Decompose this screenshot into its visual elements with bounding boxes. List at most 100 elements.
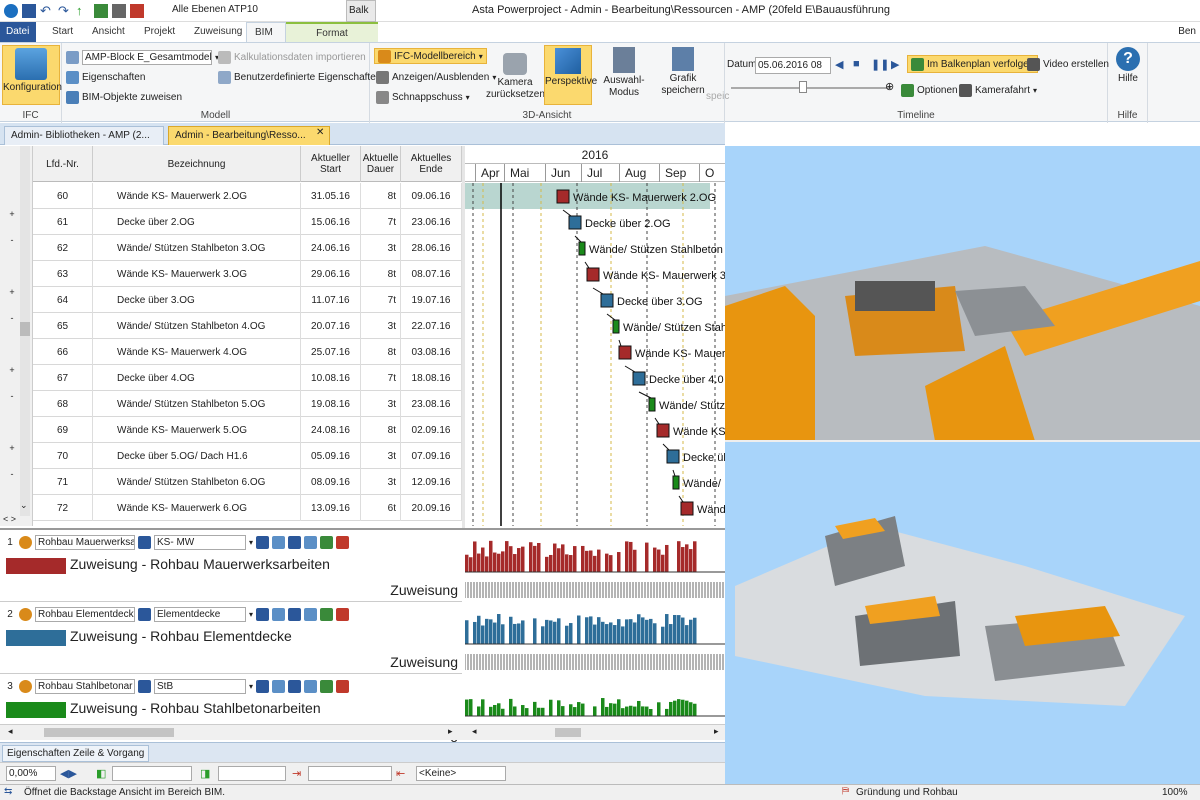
cell-bezeichnung[interactable]: Wände/ Stützen Stahlbeton 4.OG — [93, 313, 301, 339]
cell-bezeichnung[interactable]: Decke über 3.OG — [93, 287, 301, 313]
cell-start[interactable]: 11.07.16 — [301, 287, 361, 313]
table-row[interactable]: 72 Wände KS- Mauerwerk 6.OG 13.09.16 6t 20.0… — [33, 495, 462, 521]
print-icon[interactable] — [112, 4, 126, 18]
code-combo[interactable]: KS- MW — [154, 534, 246, 550]
prev-icon[interactable]: ◀ — [835, 58, 843, 71]
cell-dauer[interactable]: 7t — [361, 365, 401, 391]
schnappschuss-button[interactable]: Schnappschuss ▾ — [376, 89, 470, 105]
histogram-tool-icon[interactable] — [272, 607, 286, 621]
cell-dauer[interactable]: 7t — [361, 209, 401, 235]
chevron-down-icon[interactable]: ▾ — [249, 538, 253, 547]
cell-bezeichnung[interactable]: Wände KS- Mauerwerk 6.OG — [93, 495, 301, 521]
cell-start[interactable]: 10.08.16 — [301, 365, 361, 391]
histogram-tool-icon[interactable] — [272, 679, 286, 693]
status-zoom[interactable]: 100% — [1162, 787, 1188, 798]
scroll-thumb-gantt[interactable] — [555, 728, 581, 737]
cell-dauer[interactable]: 3t — [361, 469, 401, 495]
cell-dauer[interactable]: 7t — [361, 287, 401, 313]
histogram-tool-icon[interactable] — [288, 535, 302, 549]
cell-ende[interactable]: 07.09.16 — [401, 443, 462, 469]
redo-icon[interactable]: ↷ — [58, 4, 72, 18]
row-expand-toggle[interactable]: - — [7, 469, 17, 479]
tab-bim[interactable]: BIM — [246, 22, 286, 42]
cell-ende[interactable]: 23.08.16 — [401, 391, 462, 417]
histogram-tool-icon[interactable] — [304, 679, 318, 693]
3d-model-view[interactable] — [725, 146, 1200, 784]
cell-ende[interactable]: 09.06.16 — [401, 183, 462, 209]
histogram-tool-icon[interactable] — [256, 679, 270, 693]
header-lfd-nr[interactable]: Lfd.-Nr. — [33, 146, 93, 182]
cell-bezeichnung[interactable]: Wände KS- Mauerwerk 3.OG — [93, 261, 301, 287]
resource-combo[interactable]: Rohbau Stahlbetonar — [35, 678, 135, 694]
cell-start[interactable]: 05.09.16 — [301, 443, 361, 469]
cell-bezeichnung[interactable]: Wände/ Stützen Stahlbeton 5.OG — [93, 391, 301, 417]
unlink-icon[interactable]: ⇤ — [396, 767, 405, 780]
histogram-tool-icon[interactable] — [256, 607, 270, 621]
layer-selector[interactable]: Alle Ebenen ATP10 — [172, 4, 258, 15]
benutzer-eigenschaften-button[interactable]: Benutzerdefinierte Eigenschaften — [218, 69, 381, 85]
tab-start[interactable]: Start — [44, 22, 81, 42]
cell-bezeichnung[interactable]: Wände/ Stützen Stahlbeton 6.OG — [93, 469, 301, 495]
code-combo[interactable]: StB — [154, 678, 246, 694]
stop-icon[interactable]: ■ — [853, 58, 860, 70]
tab-projekt[interactable]: Projekt — [136, 22, 183, 42]
bim-objekte-zuweisen-button[interactable]: BIM-Objekte zuweisen — [66, 89, 182, 105]
status-filter[interactable]: Gründung und Rohbau — [856, 787, 958, 798]
kalkulation-import-button[interactable]: Kalkulationsdaten importieren — [218, 49, 366, 65]
table-row[interactable]: -68 Wände/ Stützen Stahlbeton 5.OG 19.08.1… — [11, 391, 462, 417]
indent-icon[interactable]: ◧ — [96, 767, 106, 780]
gantt-chart[interactable]: Wände KS- Mauerwerk 2.OG Decke über 2.OG W… — [465, 183, 725, 526]
doctab-bearbeitung[interactable]: Admin - Bearbeitung\Resso... — [168, 126, 330, 145]
link-icon[interactable]: ⇥ — [292, 767, 301, 780]
timeline-slider-thumb[interactable] — [799, 81, 807, 93]
scroll-right-icon[interactable]: ▸ — [714, 726, 719, 737]
format-combo-2[interactable] — [218, 766, 286, 781]
resource-combo[interactable]: Rohbau Elementdecke — [35, 606, 135, 622]
horizontal-scrollbar[interactable]: ◂ ▸ ◂ ▸ — [0, 724, 725, 740]
kamera-zuruecksetzen-button[interactable]: Kamera zurücksetzen — [486, 45, 545, 101]
user-name[interactable]: Ben — [1178, 26, 1196, 37]
hilfe-button[interactable]: ? Hilfe — [1112, 45, 1144, 85]
cell-bezeichnung[interactable]: Wände KS- Mauerwerk 2.OG — [93, 183, 301, 209]
resource-combo[interactable]: Rohbau Mauerwerksa — [35, 534, 135, 550]
table-row[interactable]: +67 Decke über 4.OG 10.08.16 7t 18.08.16 — [9, 365, 462, 391]
table-row[interactable]: 66 Wände KS- Mauerwerk 4.OG 25.07.16 8t 03.0… — [33, 339, 462, 365]
zoom-in-icon[interactable]: ⊕ — [885, 80, 894, 93]
table-row[interactable]: -62 Wände/ Stützen Stahlbeton 3.OG 24.06.1… — [11, 235, 462, 261]
cell-dauer[interactable]: 3t — [361, 235, 401, 261]
datum-input[interactable]: 05.06.2016 08 — [755, 57, 831, 74]
cell-ende[interactable]: 20.09.16 — [401, 495, 462, 521]
cell-start[interactable]: 25.07.16 — [301, 339, 361, 365]
cell-dauer[interactable]: 8t — [361, 183, 401, 209]
histogram-tool-icon[interactable] — [320, 607, 334, 621]
header-bezeichnung[interactable]: Bezeichnung — [93, 146, 301, 182]
scroll-left-right-icon[interactable]: < > — [3, 514, 16, 524]
video-erstellen-button[interactable]: Video erstellen — [1027, 56, 1109, 72]
tab-datei[interactable]: Datei — [0, 22, 36, 42]
grafik-speichern-button[interactable]: Grafik speichern — [658, 45, 708, 97]
cell-start[interactable]: 15.06.16 — [301, 209, 361, 235]
format-combo-1[interactable] — [112, 766, 192, 781]
table-row[interactable]: -65 Wände/ Stützen Stahlbeton 4.OG 20.07.1… — [11, 313, 462, 339]
cell-bezeichnung[interactable]: Decke über 4.OG — [93, 365, 301, 391]
histogram-tool-icon[interactable] — [256, 535, 270, 549]
scroll-thumb[interactable] — [20, 322, 30, 336]
table-row[interactable]: +64 Decke über 3.OG 11.07.16 7t 19.07.16 — [9, 287, 462, 313]
cell-bezeichnung[interactable]: Wände KS- Mauerwerk 4.OG — [93, 339, 301, 365]
eigenschaften-button[interactable]: Eigenschaften — [66, 69, 145, 85]
undo-icon[interactable]: ↶ — [40, 4, 54, 18]
histogram-tool-icon[interactable] — [288, 607, 302, 621]
row-expand-toggle[interactable]: + — [7, 209, 17, 219]
row-expand-toggle[interactable]: - — [7, 235, 17, 245]
table-row[interactable]: 63 Wände KS- Mauerwerk 3.OG 29.06.16 8t 08.0… — [33, 261, 462, 287]
arrows-icon[interactable]: ◀▶ — [60, 767, 77, 780]
zoom-input[interactable]: 0,00% — [6, 766, 56, 781]
tab-zuweisung[interactable]: Zuweisung — [186, 22, 250, 42]
cell-start[interactable]: 08.09.16 — [301, 469, 361, 495]
histogram-tool-icon[interactable] — [320, 679, 334, 693]
histogram-close-icon[interactable] — [336, 607, 350, 621]
histogram-tool-icon[interactable] — [320, 535, 334, 549]
cell-start[interactable]: 29.06.16 — [301, 261, 361, 287]
perspektive-button[interactable]: Perspektive — [544, 45, 597, 105]
tab-ansicht[interactable]: Ansicht — [84, 22, 133, 42]
